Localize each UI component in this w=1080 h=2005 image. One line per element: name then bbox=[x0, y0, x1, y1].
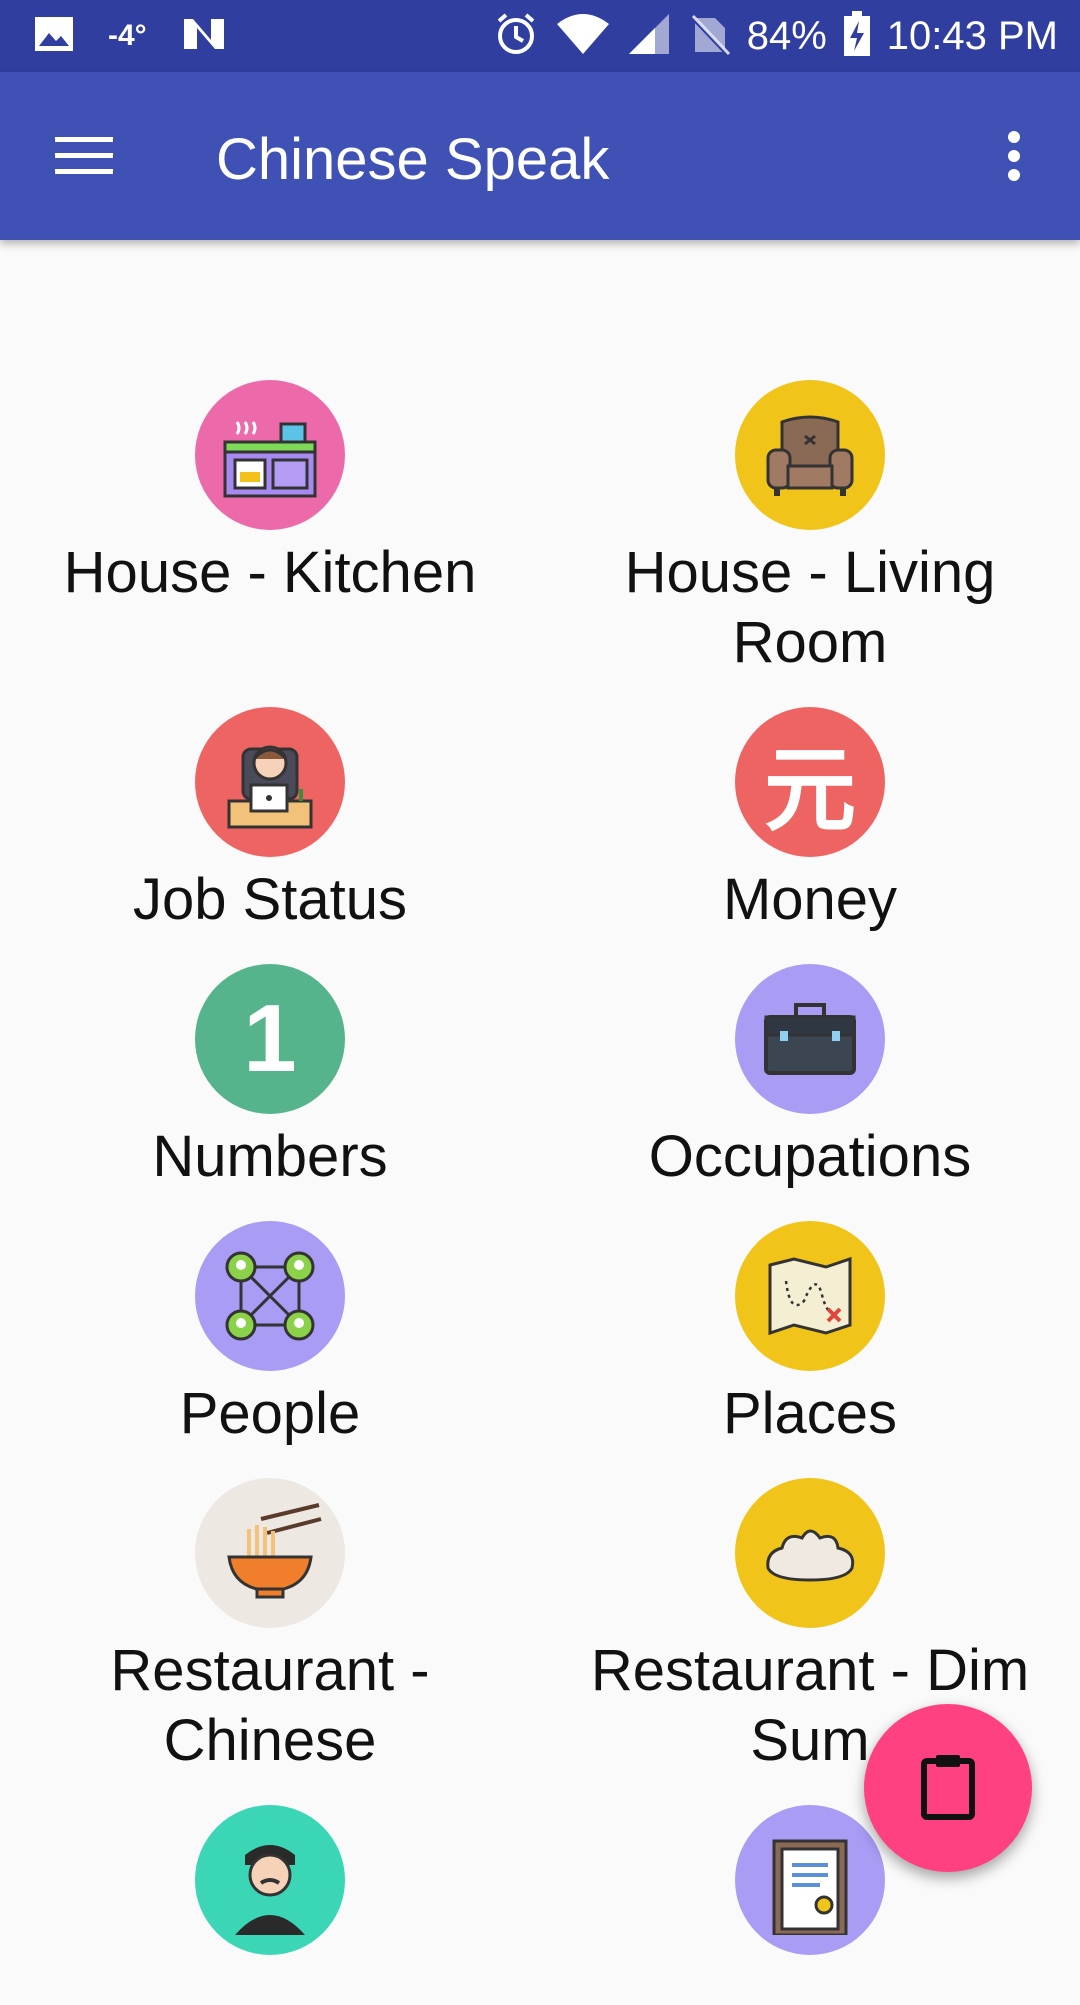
status-bar: -4° 84% 10:43 PM bbox=[0, 0, 1080, 72]
alarm-icon bbox=[493, 11, 539, 62]
signal-icon bbox=[627, 12, 671, 61]
kitchen-icon bbox=[195, 380, 345, 530]
dumpling-icon bbox=[735, 1478, 885, 1628]
category-people[interactable]: People bbox=[0, 1221, 540, 1478]
clipboard-fab-button[interactable] bbox=[864, 1704, 1032, 1872]
armchair-icon bbox=[735, 380, 885, 530]
waiter-icon bbox=[195, 1805, 345, 1955]
category-occupations[interactable]: Occupations bbox=[540, 964, 1080, 1221]
category-numbers[interactable]: 1 Numbers bbox=[0, 964, 540, 1221]
number-glyph: 1 bbox=[243, 985, 297, 1092]
category-places[interactable]: Places bbox=[540, 1221, 1080, 1478]
category-house-kitchen[interactable]: House - Kitchen bbox=[0, 380, 540, 707]
category-label: Occupations bbox=[648, 1124, 972, 1189]
more-vert-icon[interactable] bbox=[974, 116, 1054, 196]
hamburger-menu-icon[interactable] bbox=[40, 116, 128, 196]
category-partial-waiter[interactable] bbox=[0, 1805, 540, 2005]
image-icon bbox=[34, 16, 74, 57]
category-label: Places bbox=[722, 1381, 898, 1446]
app-title: Chinese Speak bbox=[216, 127, 610, 192]
category-label: Money bbox=[722, 867, 898, 932]
yuan-icon: 元 bbox=[735, 707, 885, 857]
category-job-status[interactable]: Job Status bbox=[0, 707, 540, 964]
number-one-icon: 1 bbox=[195, 964, 345, 1114]
clipboard-icon bbox=[918, 1751, 978, 1826]
category-label: Numbers bbox=[152, 1124, 388, 1189]
category-label: House - Living Room bbox=[624, 540, 996, 675]
clock-time: 10:43 PM bbox=[886, 13, 1058, 58]
battery-charging-icon bbox=[843, 10, 871, 62]
category-label: Job Status bbox=[132, 867, 408, 932]
category-money[interactable]: 元 Money bbox=[540, 707, 1080, 964]
wifi-icon bbox=[555, 12, 611, 61]
certificate-icon bbox=[735, 1805, 885, 1955]
category-label: Restaurant - Chinese bbox=[110, 1638, 430, 1773]
no-sim-icon bbox=[687, 12, 731, 61]
n-icon bbox=[181, 16, 227, 57]
category-label: House - Kitchen bbox=[63, 540, 477, 605]
temperature-text: -4° bbox=[108, 19, 147, 52]
yuan-glyph: 元 bbox=[763, 736, 856, 844]
briefcase-icon bbox=[735, 964, 885, 1114]
category-restaurant-chinese[interactable]: Restaurant - Chinese bbox=[0, 1478, 540, 1805]
noodle-bowl-icon bbox=[195, 1478, 345, 1628]
battery-percent: 84% bbox=[746, 13, 827, 58]
treasure-map-icon bbox=[735, 1221, 885, 1371]
category-house-living-room[interactable]: House - Living Room bbox=[540, 380, 1080, 707]
people-network-icon bbox=[195, 1221, 345, 1371]
office-worker-icon bbox=[195, 707, 345, 857]
category-label: People bbox=[179, 1381, 361, 1446]
app-bar: Chinese Speak bbox=[0, 72, 1080, 240]
